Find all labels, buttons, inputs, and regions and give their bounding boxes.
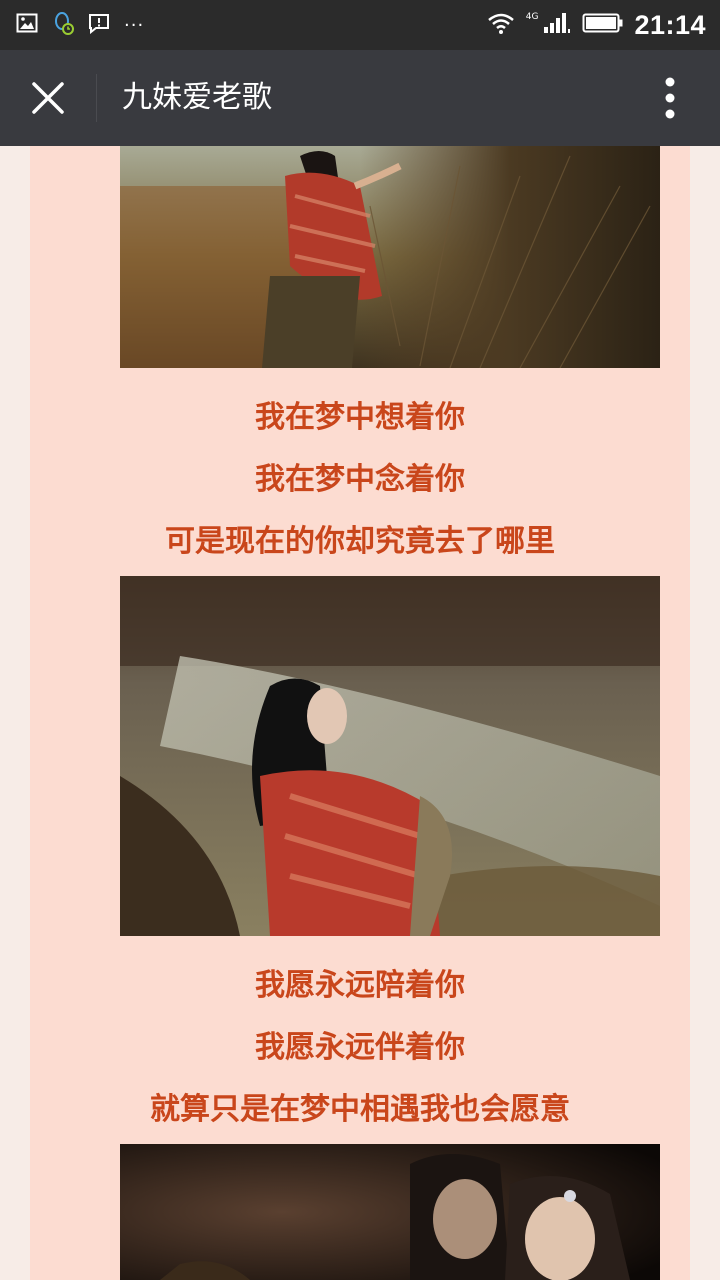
more-options-button[interactable] [642,74,698,122]
battery-icon [582,12,624,38]
status-left-icons: ··· [16,12,144,38]
lyric-line: 我愿永远伴着你 [255,1030,465,1065]
signal-icon [542,11,572,39]
status-right-icons: 4G 21:14 [486,8,706,42]
article-photo-1 [120,146,660,368]
article-photo-3 [120,1144,660,1280]
lyric-line: 我在梦中念着你 [255,462,465,497]
lyric-line: 我愿永远陪着你 [255,968,465,1003]
lyric-line: 我在梦中想着你 [255,400,465,435]
more-vertical-icon [665,77,675,119]
wifi-icon [486,11,516,39]
article-photo-2 [120,576,660,936]
status-bar: ··· 4G 21:14 [0,0,720,50]
lyric-line: 可是现在的你却究竟去了哪里 [165,524,555,559]
network-type: 4G [525,12,539,22]
lyric-line: 就算只是在梦中相遇我也会愿意 [150,1092,570,1127]
close-button[interactable] [20,70,76,126]
qq-icon [52,11,74,39]
more-dots-icon: ··· [124,14,145,36]
image-icon [16,12,38,38]
app-bar-divider [96,74,97,122]
app-bar: 九妹爱老歌 [0,50,720,146]
notification-icon [88,12,110,38]
page-title: 九妹爱老歌 [122,80,272,115]
close-icon [32,82,64,114]
clock: 21:14 [634,9,706,40]
